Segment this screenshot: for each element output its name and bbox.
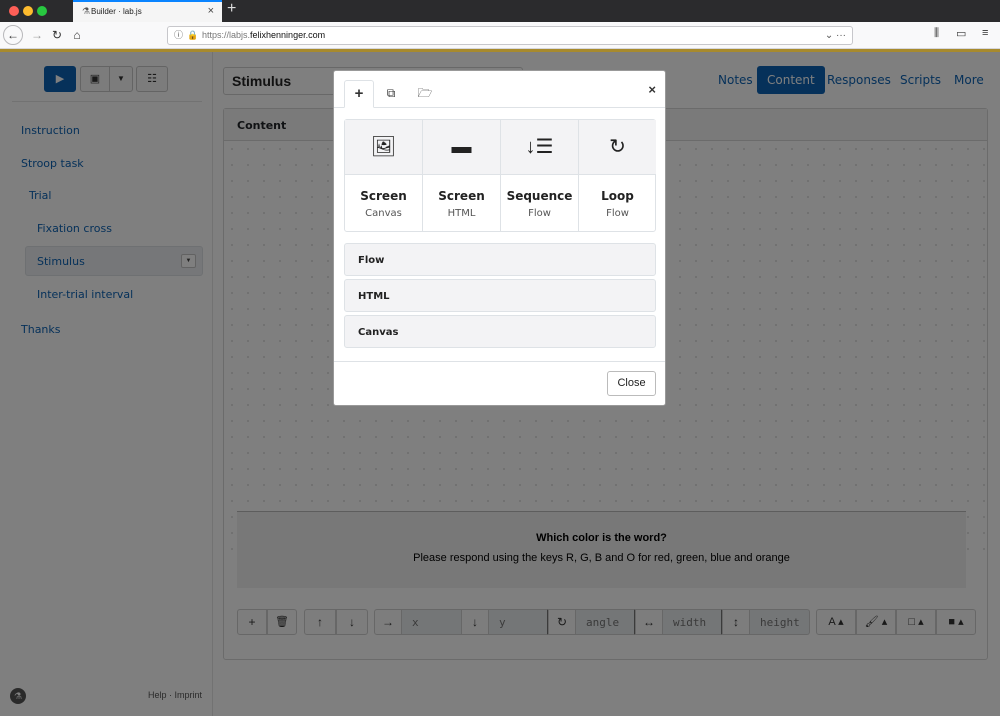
component-tiles: 🖼 Screen Canvas ▬ Screen HTML ↓☰ Sequenc…	[344, 119, 656, 232]
browser-navbar: ← → ↻ ⌂ ⓘ 🔒 https://labjs.felixhenninger…	[0, 22, 1000, 49]
back-icon[interactable]: ←	[3, 25, 23, 45]
sort-amount-icon: ↓☰	[501, 120, 578, 175]
list-item-canvas[interactable]: Canvas	[344, 315, 656, 348]
tile-label: Sequence	[506, 189, 573, 203]
image-icon: 🖼	[345, 120, 422, 175]
tab-duplicate[interactable]: ⧉	[376, 80, 406, 108]
window-titlebar: ⚗ Builder · lab.js × +	[0, 0, 1000, 22]
library-icon[interactable]: ⫼	[934, 27, 939, 40]
tile-sub: HTML	[447, 208, 476, 219]
url-bar[interactable]: ⓘ 🔒 https://labjs.felixhenninger.com ⌄ ·…	[167, 26, 853, 45]
lock-icon: 🔒	[187, 30, 199, 40]
tile-sub: Flow	[606, 208, 629, 219]
close-icon[interactable]: ×	[648, 82, 656, 97]
tile-label: Loop	[601, 189, 634, 203]
close-button[interactable]: Close	[607, 371, 656, 396]
browser-tab[interactable]: ⚗ Builder · lab.js ×	[73, 0, 222, 22]
tab-add[interactable]: +	[344, 80, 374, 108]
redo-icon: ↻	[579, 120, 656, 175]
list-item-flow[interactable]: Flow	[344, 243, 656, 276]
tile-screen-canvas[interactable]: 🖼 Screen Canvas	[345, 120, 423, 231]
tab-title: Builder · lab.js	[91, 7, 142, 16]
forward-icon[interactable]: →	[28, 26, 46, 44]
url-prefix: https://labjs.	[202, 30, 251, 40]
page-actions-icon[interactable]: ⌄ ···	[825, 27, 846, 44]
menu-icon[interactable]: ≡	[982, 27, 988, 39]
tile-label: Screen	[438, 189, 485, 203]
tile-screen-html[interactable]: ▬ Screen HTML	[423, 120, 501, 231]
modal-tabs: + ⧉ 🗁 ×	[334, 71, 665, 108]
folder-open-icon: 🗁	[417, 86, 433, 100]
reader-icon[interactable]: ▭	[956, 27, 966, 40]
maximize-window-button[interactable]	[37, 6, 47, 16]
window-icon: ▬	[423, 120, 500, 175]
reload-icon[interactable]: ↻	[48, 26, 66, 44]
tile-sub: Canvas	[365, 208, 402, 219]
copy-icon: ⧉	[386, 86, 396, 100]
tile-sequence[interactable]: ↓☰ Sequence Flow	[501, 120, 579, 231]
tile-label: Screen	[360, 189, 407, 203]
close-icon[interactable]: ×	[208, 5, 214, 17]
home-icon[interactable]: ⌂	[68, 26, 86, 44]
add-component-modal: + ⧉ 🗁 × 🖼 Screen Canvas ▬ Screen HTML ↓☰…	[333, 70, 666, 406]
new-tab-button[interactable]: +	[227, 0, 236, 18]
modal-footer-divider	[334, 361, 665, 362]
tile-loop[interactable]: ↻ Loop Flow	[579, 120, 657, 231]
info-icon[interactable]: ⓘ	[174, 27, 183, 44]
tab-import[interactable]: 🗁	[410, 80, 440, 108]
list-item-html[interactable]: HTML	[344, 279, 656, 312]
minimize-window-button[interactable]	[23, 6, 33, 16]
url-host: felixhenninger.com	[250, 30, 326, 40]
close-window-button[interactable]	[9, 6, 19, 16]
tile-sub: Flow	[528, 208, 551, 219]
flask-icon: ⚗	[82, 6, 91, 16]
